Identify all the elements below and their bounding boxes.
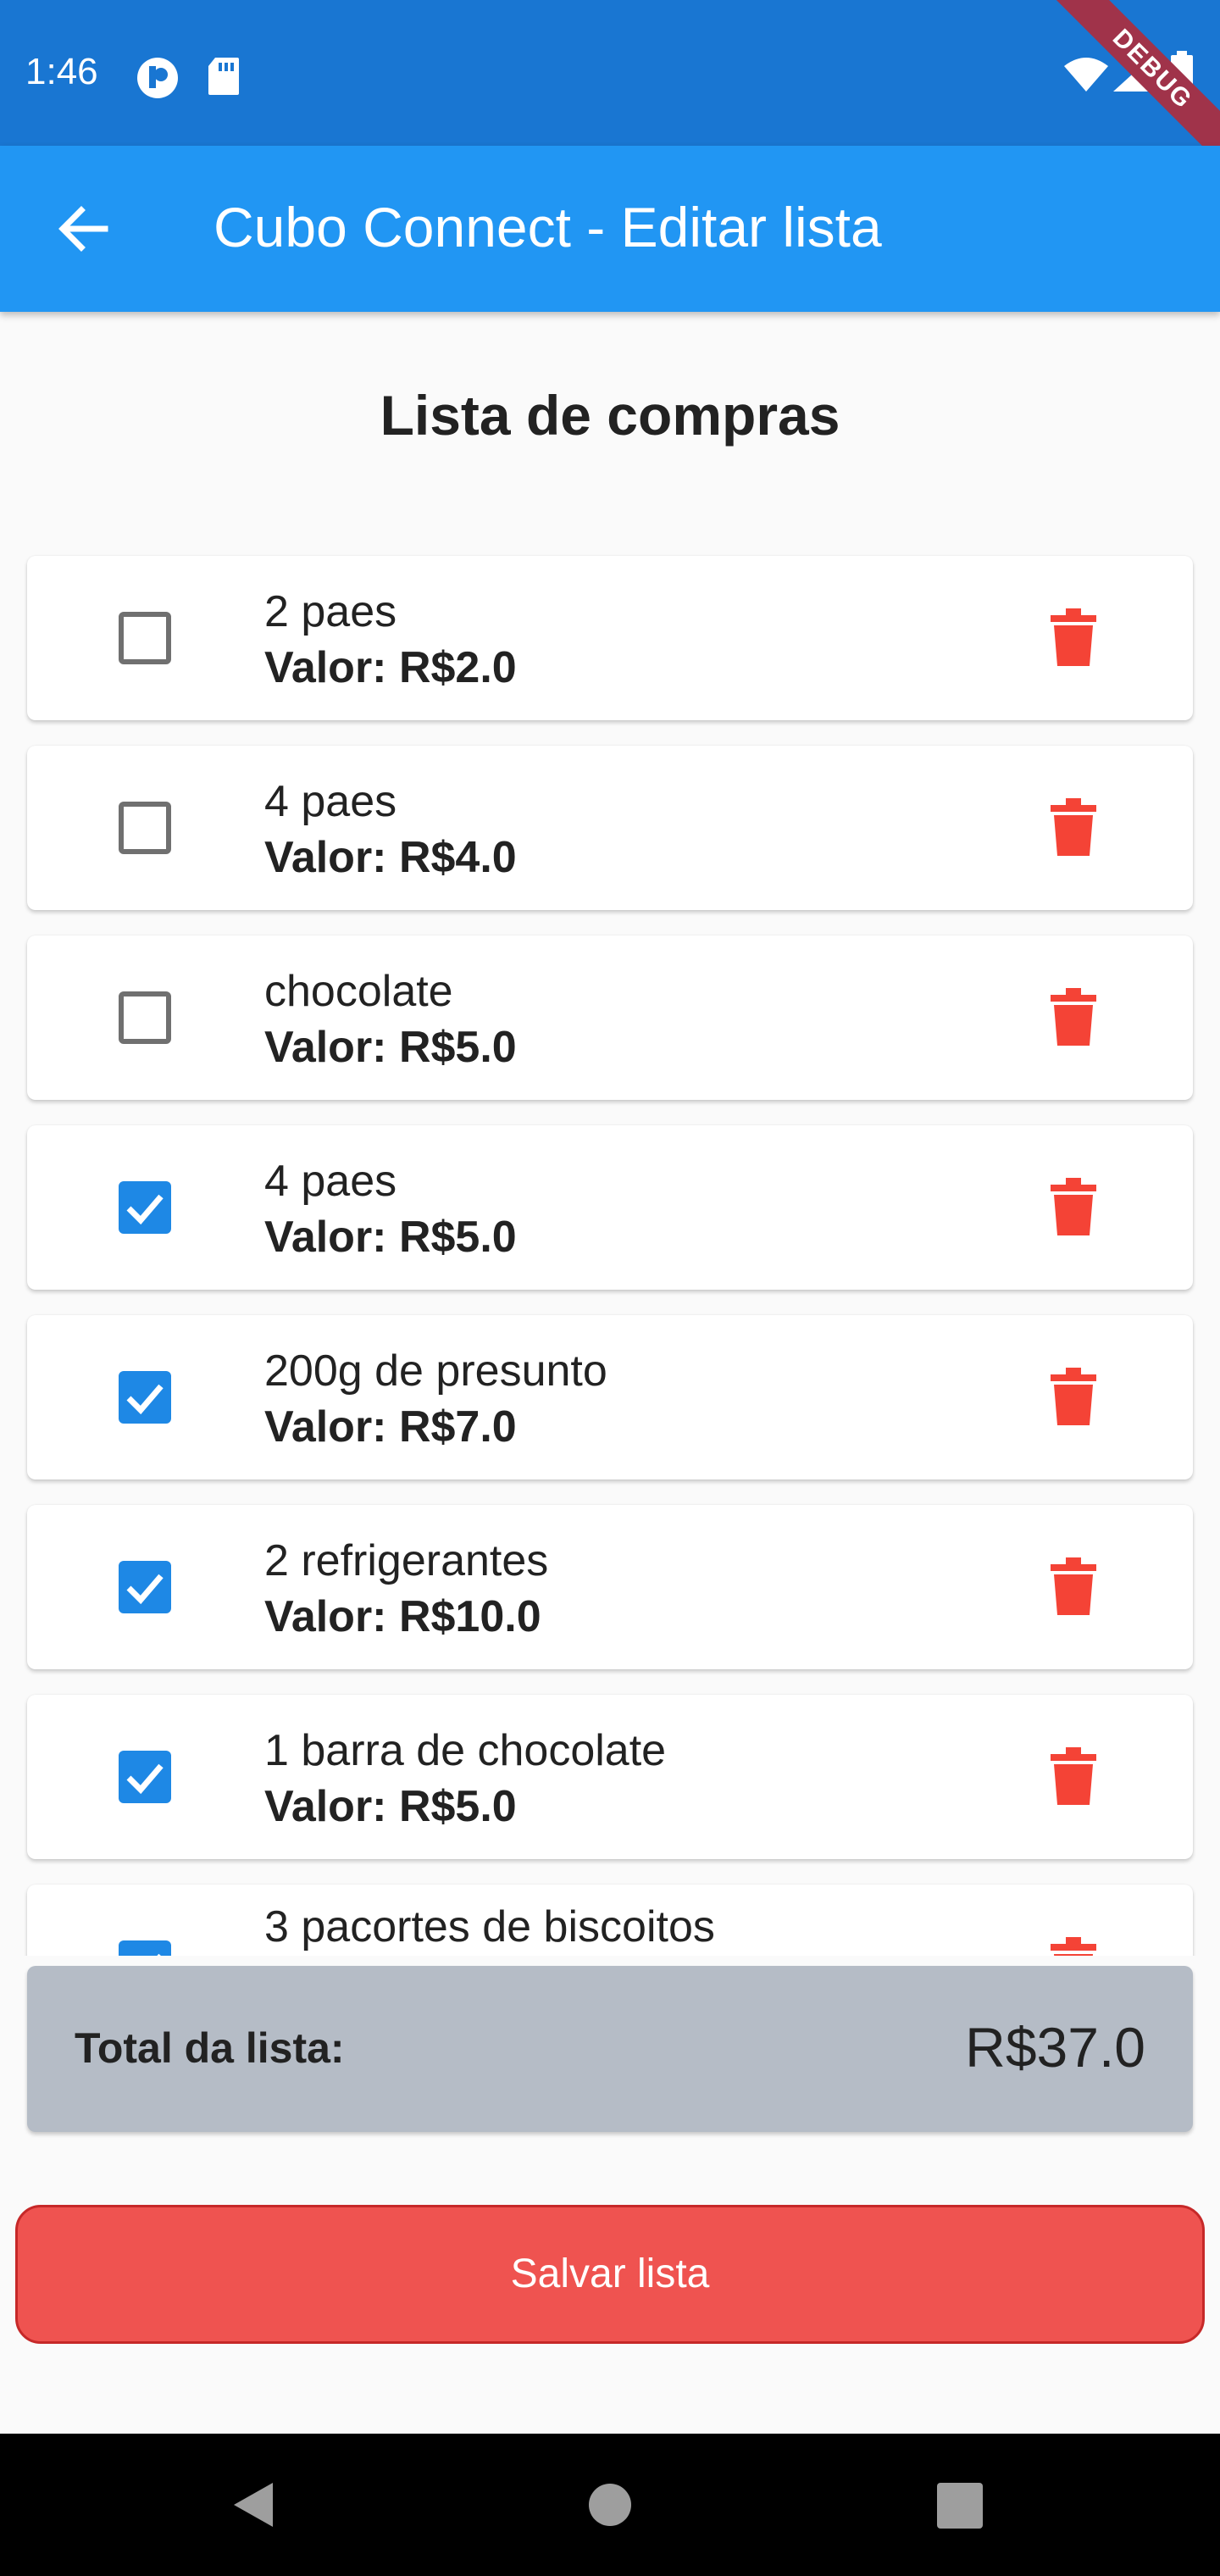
sd-card-icon <box>208 58 239 95</box>
back-button[interactable] <box>44 190 122 268</box>
arrow-back-icon <box>58 206 108 252</box>
item-value: Valor: R$7.0 <box>264 1402 517 1452</box>
app-title: Cubo Connect - Editar lista <box>214 196 882 258</box>
item-checkbox[interactable] <box>119 1751 171 1803</box>
list-item: chocolate Valor: R$5.0 <box>27 935 1193 1100</box>
list-item: 2 refrigerantes Valor: R$10.0 <box>27 1505 1193 1669</box>
item-name: chocolate <box>264 967 453 1016</box>
item-checkbox[interactable] <box>119 612 171 664</box>
delete-icon[interactable] <box>1051 1178 1096 1235</box>
save-list-button[interactable]: Salvar lista <box>15 2205 1205 2344</box>
total-label: Total da lista: <box>75 2024 345 2072</box>
list-item: 2 paes Valor: R$2.0 <box>27 556 1193 720</box>
status-bar: 1:46 DEBUG <box>0 0 1220 173</box>
item-name: 2 refrigerantes <box>264 1536 549 1585</box>
list-item: 4 paes Valor: R$5.0 <box>27 1125 1193 1290</box>
delete-icon[interactable] <box>1051 608 1096 666</box>
item-value: Valor: R$5.0 <box>264 1213 517 1262</box>
nav-back-icon[interactable] <box>230 2479 276 2530</box>
delete-icon[interactable] <box>1051 798 1096 856</box>
delete-icon[interactable] <box>1051 1557 1096 1615</box>
page-heading: Lista de compras <box>380 384 840 447</box>
item-value: Valor: R$10.0 <box>264 1592 541 1641</box>
checkmark-icon <box>126 1574 164 1605</box>
item-value: Valor: R$4.0 <box>264 833 517 882</box>
item-checkbox[interactable] <box>119 1561 171 1613</box>
item-value: Valor: R$5.0 <box>264 1782 517 1831</box>
item-name: 1 barra de chocolate <box>264 1726 667 1775</box>
item-name: 3 pacortes de biscoitos <box>264 1902 715 1951</box>
delete-icon[interactable] <box>1051 1747 1096 1805</box>
item-value: Valor: R$2.0 <box>264 643 517 692</box>
delete-icon[interactable] <box>1051 1368 1096 1425</box>
shopping-list[interactable]: 2 paes Valor: R$2.0 4 paes Valor: R$4.0 … <box>0 525 1220 1956</box>
item-checkbox[interactable] <box>119 802 171 854</box>
item-name: 4 paes <box>264 1157 397 1206</box>
total-value: R$37.0 <box>965 2016 1145 2079</box>
delete-icon[interactable] <box>1051 1937 1096 1956</box>
item-checkbox[interactable] <box>119 1371 171 1424</box>
checkmark-icon <box>157 1953 161 1956</box>
notification-icon <box>137 58 178 98</box>
item-value: Valor: R$5.0 <box>264 1023 517 1072</box>
checkmark-icon <box>126 1763 164 1795</box>
total-card: Total da lista: R$37.0 <box>27 1966 1193 2132</box>
nav-home-icon[interactable] <box>588 2483 632 2527</box>
checkmark-icon <box>126 1194 164 1225</box>
item-name: 200g de presunto <box>264 1346 607 1396</box>
wifi-icon <box>1064 58 1108 92</box>
item-checkbox[interactable] <box>119 1940 171 1956</box>
item-checkbox[interactable] <box>119 991 171 1044</box>
app-bar: Cubo Connect - Editar lista <box>0 146 1220 312</box>
list-item: 200g de presunto Valor: R$7.0 <box>27 1315 1193 1480</box>
navigation-bar <box>0 2434 1220 2576</box>
list-item: 4 paes Valor: R$4.0 <box>27 746 1193 910</box>
item-name: 2 paes <box>264 587 397 636</box>
checkmark-icon <box>126 1384 164 1415</box>
delete-icon[interactable] <box>1051 988 1096 1046</box>
list-item: 1 barra de chocolate Valor: R$5.0 <box>27 1695 1193 1859</box>
list-item: 3 pacortes de biscoitos <box>27 1885 1193 1956</box>
nav-recents-icon[interactable] <box>937 2483 983 2529</box>
status-time: 1:46 <box>25 51 98 92</box>
item-name: 4 paes <box>264 777 397 826</box>
item-checkbox[interactable] <box>119 1181 171 1234</box>
